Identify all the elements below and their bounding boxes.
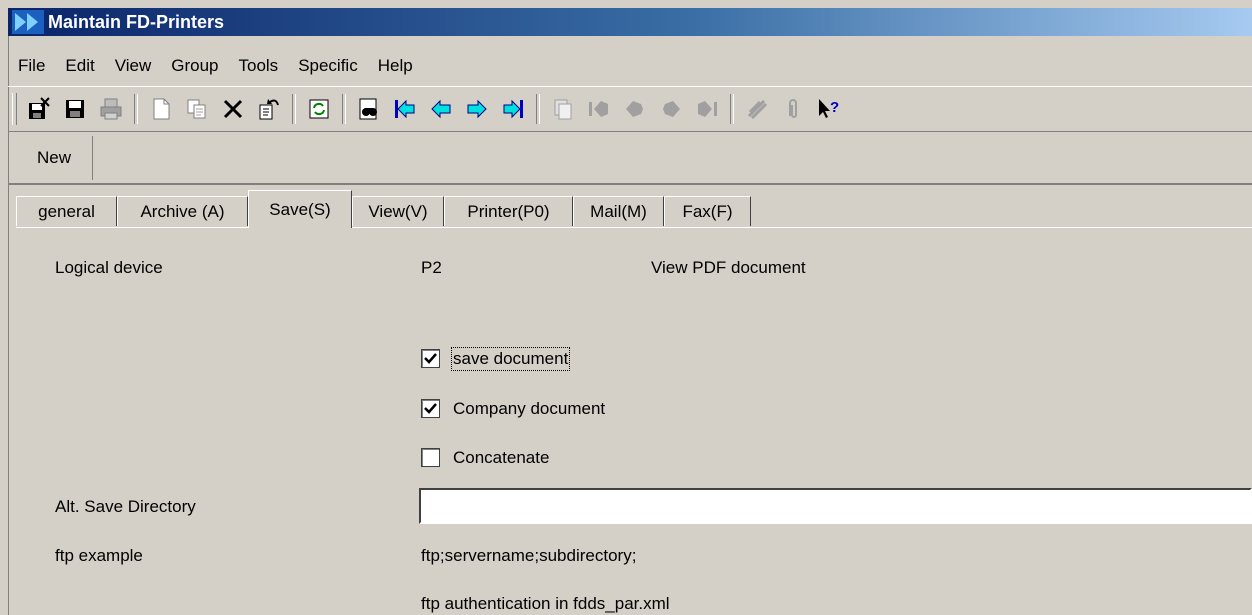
toolbar-separator xyxy=(292,94,296,124)
company-document-checkbox[interactable] xyxy=(421,399,440,418)
svg-text:?: ? xyxy=(830,99,839,116)
save-icon[interactable] xyxy=(58,92,92,126)
last-icon[interactable] xyxy=(690,92,724,126)
ftp-example-value: ftp;servername;subdirectory; xyxy=(421,546,637,565)
next-record-icon[interactable] xyxy=(460,92,494,126)
notes-icon[interactable] xyxy=(740,92,774,126)
tab-archive[interactable]: Archive (A) xyxy=(117,196,248,226)
toolbar-separator xyxy=(730,94,734,124)
checkmark-icon xyxy=(424,353,437,364)
back-icon[interactable] xyxy=(582,92,616,126)
forward-icon[interactable] xyxy=(618,92,652,126)
tab-mail[interactable]: Mail(M) xyxy=(573,196,664,226)
tab-save[interactable]: Save(S) xyxy=(248,190,352,228)
checkmark-icon xyxy=(424,403,437,414)
new-document-icon[interactable] xyxy=(144,92,178,126)
save-close-icon[interactable] xyxy=(22,92,56,126)
alt-save-directory-label: Alt. Save Directory xyxy=(55,497,196,516)
title-bar: Maintain FD-Printers xyxy=(8,8,1252,36)
menu-file[interactable]: File xyxy=(8,56,55,76)
concatenate-label[interactable]: Concatenate xyxy=(453,448,549,468)
toolbar-separator xyxy=(134,94,138,124)
menu-edit[interactable]: Edit xyxy=(55,56,104,76)
menu-tools[interactable]: Tools xyxy=(229,56,289,76)
ftp-auth-note: ftp authentication in fdds_par.xml xyxy=(421,594,670,613)
new-button[interactable]: New xyxy=(16,136,93,180)
logical-device-label: Logical device xyxy=(55,258,163,277)
previous-record-icon[interactable] xyxy=(424,92,458,126)
last-record-icon[interactable] xyxy=(496,92,530,126)
ftp-example-label: ftp example xyxy=(55,546,143,565)
forward-icon-2[interactable] xyxy=(654,92,688,126)
delete-icon[interactable] xyxy=(216,92,250,126)
help-pointer-icon[interactable]: ? xyxy=(812,92,846,126)
tab-general[interactable]: general xyxy=(16,196,117,226)
main-toolbar: ? xyxy=(8,86,1252,132)
tab-fax[interactable]: Fax(F) xyxy=(664,196,751,226)
find-icon[interactable] xyxy=(352,92,386,126)
tab-panel-border xyxy=(16,227,1252,228)
tab-view[interactable]: View(V) xyxy=(352,196,444,226)
alt-save-directory-input[interactable] xyxy=(419,488,1252,524)
app-icon xyxy=(12,10,44,34)
menu-help[interactable]: Help xyxy=(368,56,423,76)
menu-bar: File Edit View Group Tools Specific Help xyxy=(8,51,423,81)
first-record-icon[interactable] xyxy=(388,92,422,126)
print-icon[interactable] xyxy=(94,92,128,126)
concatenate-checkbox[interactable] xyxy=(421,448,440,467)
undo-icon[interactable] xyxy=(252,92,286,126)
toolbar-grip xyxy=(12,93,17,125)
refresh-icon[interactable] xyxy=(302,92,336,126)
logical-device-value: P2 xyxy=(421,258,442,277)
toolbar-separator xyxy=(536,94,540,124)
save-document-checkbox[interactable] xyxy=(421,349,440,368)
copy-icon[interactable] xyxy=(180,92,214,126)
document-icon[interactable] xyxy=(546,92,580,126)
attachment-icon[interactable] xyxy=(776,92,810,126)
menu-group[interactable]: Group xyxy=(161,56,228,76)
menu-specific[interactable]: Specific xyxy=(288,56,368,76)
action-toolbar: New xyxy=(8,133,1252,185)
window-title: Maintain FD-Printers xyxy=(48,11,225,32)
save-document-label[interactable]: save document xyxy=(450,347,571,371)
tab-printer[interactable]: Printer(P0) xyxy=(444,196,573,226)
logical-device-description: View PDF document xyxy=(651,258,806,277)
company-document-label[interactable]: Company document xyxy=(453,399,605,419)
tab-strip: general Archive (A) Save(S) View(V) Prin… xyxy=(8,190,1252,228)
toolbar-separator xyxy=(342,94,346,124)
menu-view[interactable]: View xyxy=(105,56,162,76)
